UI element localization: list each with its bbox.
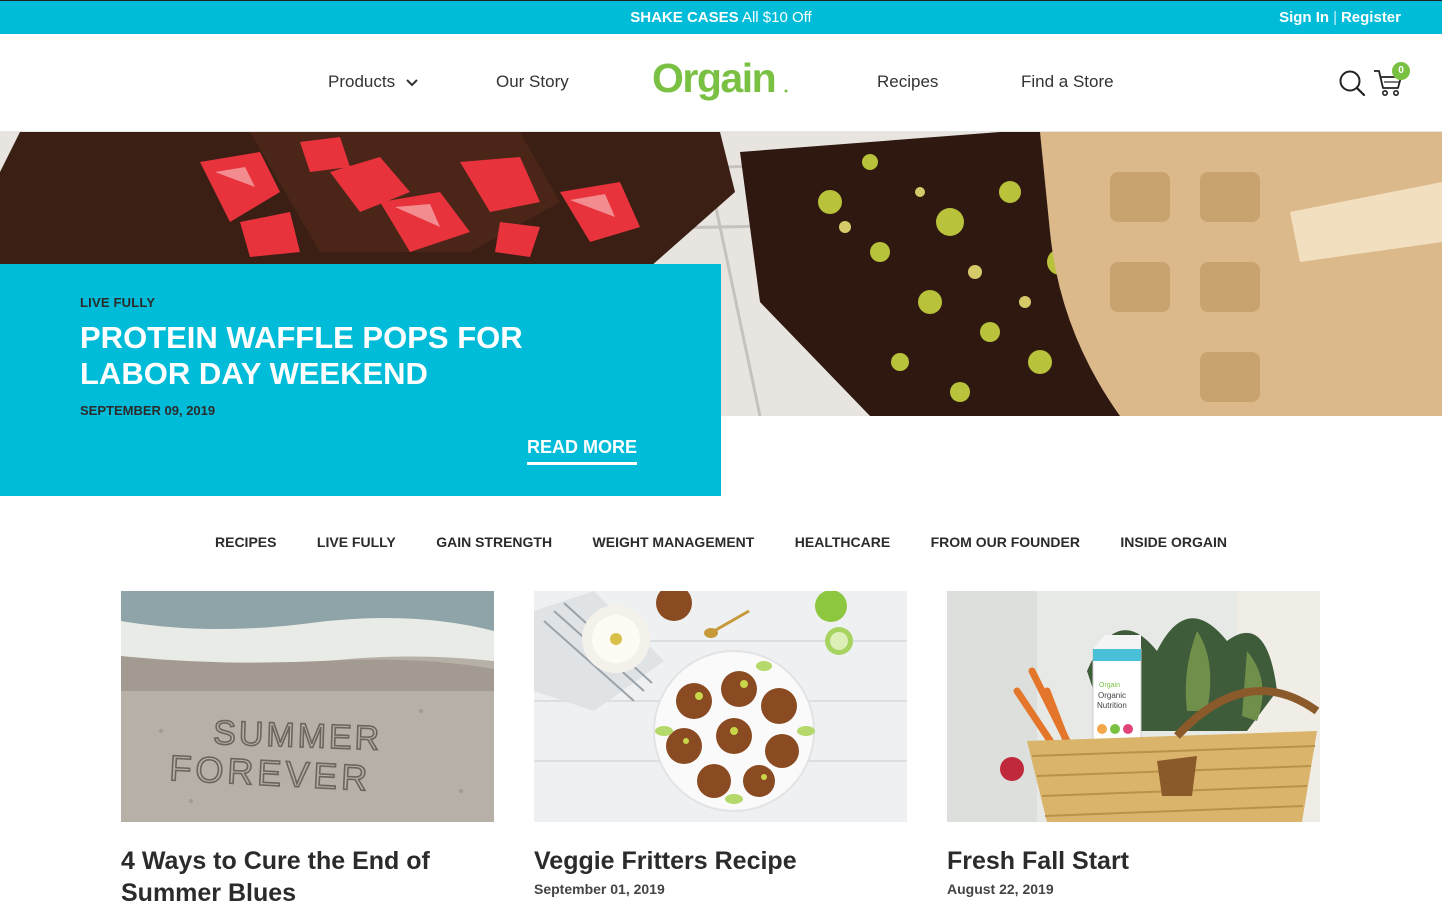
category-recipes[interactable]: RECIPES — [215, 534, 276, 550]
hero-date: SEPTEMBER 09, 2019 — [80, 403, 216, 418]
category-live-fully[interactable]: LIVE FULLY — [317, 534, 396, 550]
category-from-our-founder[interactable]: FROM OUR FOUNDER — [931, 534, 1080, 550]
article-title[interactable]: 4 Ways to Cure the End of Summer Blues — [121, 845, 494, 902]
carton-brand: Orgain — [1099, 682, 1120, 689]
auth-separator: | — [1333, 9, 1337, 26]
cart-count-badge: 0 — [1392, 62, 1410, 80]
hero-title[interactable]: PROTEIN WAFFLE POPS FOR LABOR DAY WEEKEN… — [80, 320, 640, 392]
article-card: Veggie Fritters Recipe September 01, 201… — [534, 591, 907, 897]
nav-products[interactable]: Products — [328, 72, 418, 92]
article-image[interactable] — [534, 591, 907, 822]
promo-text[interactable]: SHAKE CASES All $10 Off — [0, 9, 1442, 26]
category-healthcare[interactable]: HEALTHCARE — [795, 534, 890, 550]
article-image[interactable]: Orgain Organic Nutrition — [947, 591, 1320, 822]
search-icon[interactable] — [1338, 69, 1366, 97]
carton-line2: Nutrition — [1097, 701, 1127, 710]
nav-our-story[interactable]: Our Story — [496, 72, 569, 92]
article-title[interactable]: Fresh Fall Start — [947, 845, 1320, 877]
article-card: Orgain Organic Nutrition Fresh Fall Star… — [947, 591, 1320, 897]
register-link[interactable]: Register — [1341, 9, 1401, 26]
nav-products-label: Products — [328, 72, 396, 91]
article-card: SUMMER FOREVER 4 Ways to Cure the End of… — [121, 591, 494, 902]
article-date: September 01, 2019 — [534, 881, 665, 897]
promo-bold: SHAKE CASES — [630, 9, 739, 26]
auth-links: Sign In | Register — [1279, 9, 1401, 26]
sign-in-link[interactable]: Sign In — [1279, 9, 1329, 26]
nav-find-store[interactable]: Find a Store — [1021, 72, 1114, 92]
article-title[interactable]: Veggie Fritters Recipe — [534, 845, 907, 877]
hero-category[interactable]: LIVE FULLY — [80, 295, 155, 310]
hero-card: LIVE FULLY PROTEIN WAFFLE POPS FOR LABOR… — [0, 264, 721, 496]
category-weight-management[interactable]: WEIGHT MANAGEMENT — [593, 534, 755, 550]
article-image[interactable]: SUMMER FOREVER — [121, 591, 494, 822]
site-header: Products Our Story Orgain Recipes Find a… — [0, 34, 1442, 132]
category-inside-orgain[interactable]: INSIDE ORGAIN — [1120, 534, 1227, 550]
promo-bar: SHAKE CASES All $10 Off Sign In | Register — [0, 0, 1442, 34]
category-gain-strength[interactable]: GAIN STRENGTH — [436, 534, 552, 550]
promo-offer: All $10 Off — [738, 9, 812, 26]
nav-recipes[interactable]: Recipes — [877, 72, 938, 92]
orgain-logo[interactable]: Orgain — [652, 54, 792, 108]
article-date: August 22, 2019 — [947, 881, 1054, 897]
read-more-button[interactable]: READ MORE — [527, 437, 638, 465]
chevron-down-icon — [406, 78, 418, 86]
category-nav: RECIPES LIVE FULLY GAIN STRENGTH WEIGHT … — [0, 534, 1442, 552]
logo-text: Orgain — [652, 55, 775, 101]
carton-line1: Organic — [1098, 691, 1126, 700]
